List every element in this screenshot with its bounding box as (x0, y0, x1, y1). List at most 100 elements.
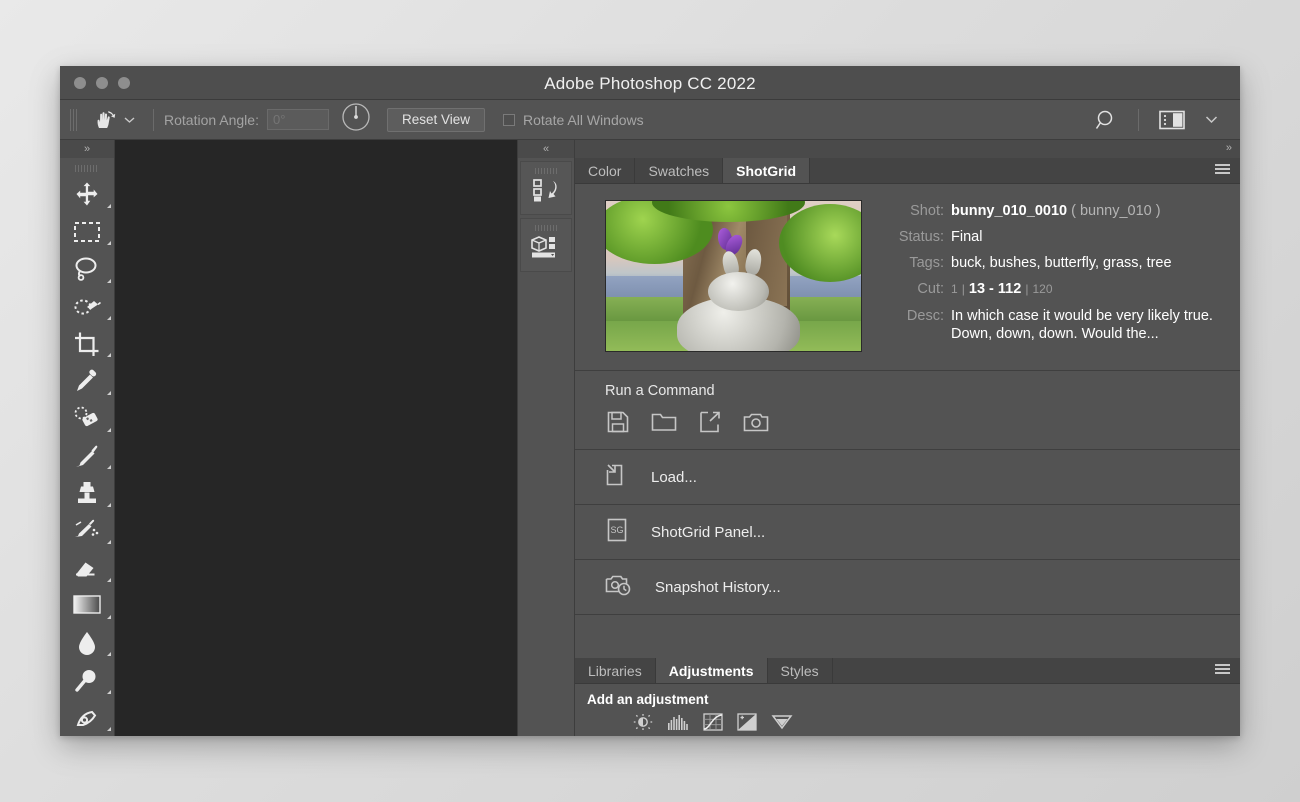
exposure-icon[interactable] (737, 713, 757, 736)
tab-adjustments[interactable]: Adjustments (655, 658, 768, 683)
history-brush-tool[interactable] (60, 512, 115, 549)
workspace-chevron-down-icon[interactable] (1195, 115, 1228, 124)
rotation-dial-icon[interactable] (341, 102, 371, 137)
title-bar: Adobe Photoshop CC 2022 (60, 66, 1240, 100)
field-shot: Shot: bunny_010_0010 ( bunny_010 ) (886, 202, 1226, 220)
curves-icon[interactable] (703, 713, 723, 736)
camera-icon[interactable] (743, 409, 769, 435)
chevron-down-icon[interactable] (124, 116, 135, 124)
options-bar-grip[interactable] (70, 108, 77, 131)
blur-tool[interactable] (60, 624, 115, 661)
eraser-tool[interactable] (60, 549, 115, 586)
save-command-icon[interactable] (605, 409, 631, 435)
tool-expand-triangle[interactable] (106, 726, 111, 731)
tab-libraries[interactable]: Libraries (575, 658, 656, 683)
shot-fields: Shot: bunny_010_0010 ( bunny_010 ) Statu… (886, 200, 1226, 352)
search-icon[interactable] (1084, 108, 1128, 132)
field-tags-value: buck, bushes, butterfly, grass, tree (951, 255, 1172, 272)
toolbar-expand-chevron[interactable]: » (60, 140, 114, 158)
gradient-tool[interactable] (60, 587, 115, 624)
tool-expand-triangle[interactable] (106, 577, 111, 582)
quick-selection-tool[interactable] (60, 288, 115, 325)
run-a-command-title: Run a Command (605, 383, 715, 399)
workspace-layout-icon[interactable] (1149, 110, 1195, 130)
field-cut: Cut: 1 | 13 - 112 | 120 (886, 280, 1226, 298)
field-status: Status: Final (886, 228, 1226, 246)
camera-clock-icon (605, 573, 633, 602)
history-panel-button[interactable] (520, 161, 572, 215)
tool-expand-triangle[interactable] (106, 353, 111, 358)
command-shotgrid-panel[interactable]: SG ShotGrid Panel... (575, 505, 1240, 559)
eyedropper-tool[interactable] (60, 362, 115, 399)
tools-panel: » (60, 140, 115, 736)
adjustments-tabstrip: Libraries Adjustments Styles (575, 658, 1240, 684)
tool-expand-triangle[interactable] (106, 316, 111, 321)
tool-expand-triangle[interactable] (106, 278, 111, 283)
workspace-body: » « » Color Swatches ShotGrid Shot: bunn… (60, 140, 1240, 736)
tool-expand-triangle[interactable] (106, 540, 111, 545)
tab-color[interactable]: Color (575, 158, 636, 183)
pen-tool[interactable] (60, 699, 115, 736)
svg-text:SG: SG (610, 525, 623, 535)
field-desc: Desc: In which case it would be very lik… (886, 307, 1226, 343)
reset-view-button[interactable]: Reset View (386, 107, 486, 132)
field-shot-parent: ( bunny_010 ) (1071, 203, 1161, 219)
panel-menu-icon[interactable] (1215, 664, 1230, 676)
folder-open-icon[interactable] (651, 409, 677, 435)
levels-icon[interactable] (667, 713, 689, 736)
command-snapshot-history[interactable]: Snapshot History... (575, 560, 1240, 614)
command-load-label: Load... (651, 468, 697, 486)
rotate-all-windows-label: Rotate All Windows (523, 111, 644, 128)
active-tool-preset[interactable] (85, 108, 143, 132)
thumb-bunny-head (708, 271, 770, 311)
rotate-view-hand-icon (93, 108, 119, 132)
tool-expand-triangle[interactable] (106, 203, 111, 208)
move-tool[interactable] (60, 176, 115, 213)
shot-info-section: Shot: bunny_010_0010 ( bunny_010 ) Statu… (575, 184, 1240, 370)
field-status-label: Status: (898, 229, 944, 246)
lasso-tool[interactable] (60, 250, 115, 287)
brush-tool[interactable] (60, 437, 115, 474)
cut-in-handle: 1 (951, 282, 958, 297)
command-load[interactable]: Load... (575, 450, 1240, 504)
panel-grip (535, 168, 557, 174)
adjustment-icons-row (575, 713, 1240, 736)
panel-menu-icon[interactable] (1215, 164, 1230, 176)
canvas-area[interactable] (115, 140, 517, 736)
field-shot-label: Shot: (910, 203, 944, 219)
tool-expand-triangle[interactable] (106, 689, 111, 694)
rotate-all-windows-checkbox[interactable]: Rotate All Windows (503, 112, 644, 128)
tool-expand-triangle[interactable] (106, 652, 111, 657)
cut-separator-2: | (1025, 282, 1029, 297)
options-bar: Rotation Angle: Reset View Rotate All Wi… (60, 100, 1240, 140)
right-dock-expand-chevron[interactable]: » (1226, 142, 1232, 154)
tab-styles[interactable]: Styles (768, 658, 833, 683)
vibrance-icon[interactable] (771, 713, 793, 736)
tab-shotgrid[interactable]: ShotGrid (723, 158, 811, 183)
external-link-icon[interactable] (697, 409, 723, 435)
tool-expand-triangle[interactable] (106, 390, 111, 395)
brightness-contrast-icon[interactable] (633, 713, 653, 736)
add-an-adjustment-title: Add an adjustment (587, 692, 709, 707)
tool-expand-triangle[interactable] (106, 502, 111, 507)
tool-expand-triangle[interactable] (106, 465, 111, 470)
command-shotgrid-panel-label: ShotGrid Panel... (651, 523, 766, 541)
healing-brush-tool[interactable] (60, 400, 115, 437)
rectangular-marquee-tool[interactable] (60, 213, 115, 250)
tool-expand-triangle[interactable] (106, 241, 111, 246)
tool-expand-triangle[interactable] (106, 614, 111, 619)
toolbar-grip[interactable] (75, 164, 99, 172)
properties-panel-button[interactable] (520, 218, 572, 272)
shot-thumbnail[interactable] (605, 200, 862, 352)
rotation-angle-input[interactable] (266, 109, 329, 130)
rail-collapse-chevron[interactable]: « (518, 140, 574, 158)
dodge-tool[interactable] (60, 661, 115, 698)
checkbox-box[interactable] (503, 113, 516, 126)
clone-stamp-tool[interactable] (60, 474, 115, 511)
history-panel-icon (531, 177, 561, 208)
tool-expand-triangle[interactable] (106, 428, 111, 433)
crop-tool[interactable] (60, 325, 115, 362)
shotgrid-sg-icon: SG (605, 517, 629, 548)
field-shot-value: bunny_010_0010 (951, 203, 1068, 219)
tab-swatches[interactable]: Swatches (635, 158, 724, 183)
